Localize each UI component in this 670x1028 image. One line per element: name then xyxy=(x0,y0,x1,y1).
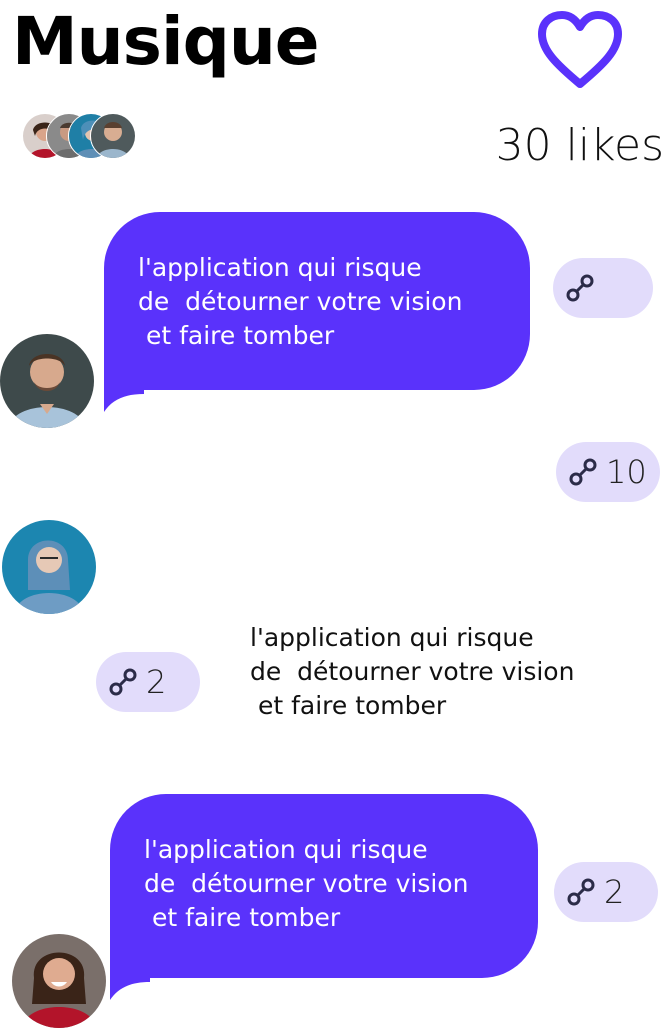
message-text: l'application qui risque de détourner vo… xyxy=(250,623,575,720)
message-text: l'application qui risque de détourner vo… xyxy=(138,253,463,350)
message-text: l'application qui risque de détourner vo… xyxy=(144,835,469,932)
share-count: 10 xyxy=(606,453,647,491)
link-icon xyxy=(566,274,594,302)
message-bubble: l'application qui risque de détourner vo… xyxy=(104,212,530,412)
avatar[interactable] xyxy=(0,334,94,428)
share-chip[interactable] xyxy=(553,258,653,318)
link-icon xyxy=(109,668,137,696)
message-bubble: l'application qui risque de détourner vo… xyxy=(110,794,538,1000)
link-icon xyxy=(567,878,595,906)
avatar xyxy=(90,113,136,159)
link-icon xyxy=(569,458,597,486)
bubble-tail xyxy=(110,960,150,1000)
share-chip[interactable]: 2 xyxy=(96,652,200,712)
share-chip[interactable]: 2 xyxy=(554,862,658,922)
share-count: 2 xyxy=(146,663,167,701)
bubble-tail xyxy=(104,372,144,412)
share-chip[interactable]: 10 xyxy=(556,442,660,502)
likes-count: 30 likes xyxy=(495,120,664,171)
page-title: Musique xyxy=(12,3,320,80)
heart-icon[interactable] xyxy=(536,10,624,90)
share-count: 2 xyxy=(604,873,625,911)
avatar[interactable] xyxy=(12,934,106,1028)
avatar[interactable] xyxy=(2,520,96,614)
likers-avatars[interactable] xyxy=(22,113,142,159)
